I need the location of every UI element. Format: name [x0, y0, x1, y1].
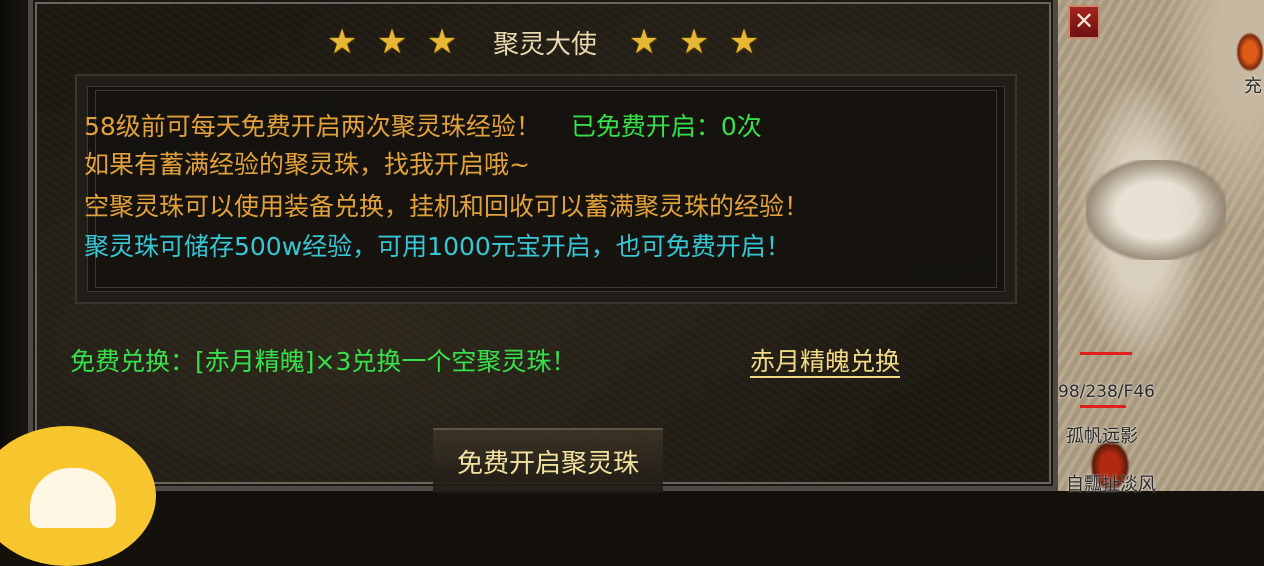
star-icon: ★: [728, 22, 760, 62]
map-label-fragment: 充: [1244, 76, 1262, 97]
info-line-capacity: 聚灵珠可储存500w经验，可用1000元宝开启，也可免费开启！: [84, 232, 791, 261]
info-line-empty-orb: 空聚灵珠可以使用装备兑换，挂机和回收可以蓄满聚灵珠的经验！: [84, 192, 810, 221]
exchange-description: 免费兑换：[赤月精魄]×3兑换一个空聚灵珠！: [70, 347, 577, 376]
info-line-full-orb: 如果有蓄满经验的聚灵珠，找我开启哦~: [84, 150, 530, 179]
left-edge-strip: [0, 0, 28, 491]
game-map-view[interactable]: [1058, 0, 1264, 491]
health-bar: [1080, 352, 1132, 355]
daily-free-text: 58级前可每天免费开启两次聚灵珠经验！: [84, 112, 541, 141]
player-name-label: 自瓢扯淡风: [1066, 474, 1156, 495]
map-rock-terrain: [1086, 160, 1226, 260]
star-icon: ★: [678, 22, 710, 62]
exchange-link[interactable]: 赤月精魄兑换: [750, 342, 900, 378]
free-open-orb-button[interactable]: 免费开启聚灵珠: [433, 428, 663, 493]
player-name-label: 孤帆远影: [1066, 426, 1138, 447]
map-coordinates: 98/238/F46: [1058, 382, 1155, 402]
assistant-face: [30, 468, 116, 528]
star-icon: ★: [628, 22, 660, 62]
free-open-count: 已免费开启：0次: [570, 112, 762, 141]
npc-sprite[interactable]: [1236, 32, 1264, 72]
health-bar: [1080, 405, 1126, 408]
close-button[interactable]: ✕: [1068, 5, 1100, 39]
title-bar: ★ ★ ★ 聚灵大使 ★ ★ ★: [33, 20, 1053, 64]
star-icon: ★: [426, 22, 458, 62]
dialog-title: 聚灵大使: [492, 29, 597, 60]
info-line-daily-free: 58级前可每天免费开启两次聚灵珠经验！ 已免费开启：0次: [84, 107, 762, 143]
star-icon: ★: [326, 22, 358, 62]
star-icon: ★: [376, 22, 408, 62]
